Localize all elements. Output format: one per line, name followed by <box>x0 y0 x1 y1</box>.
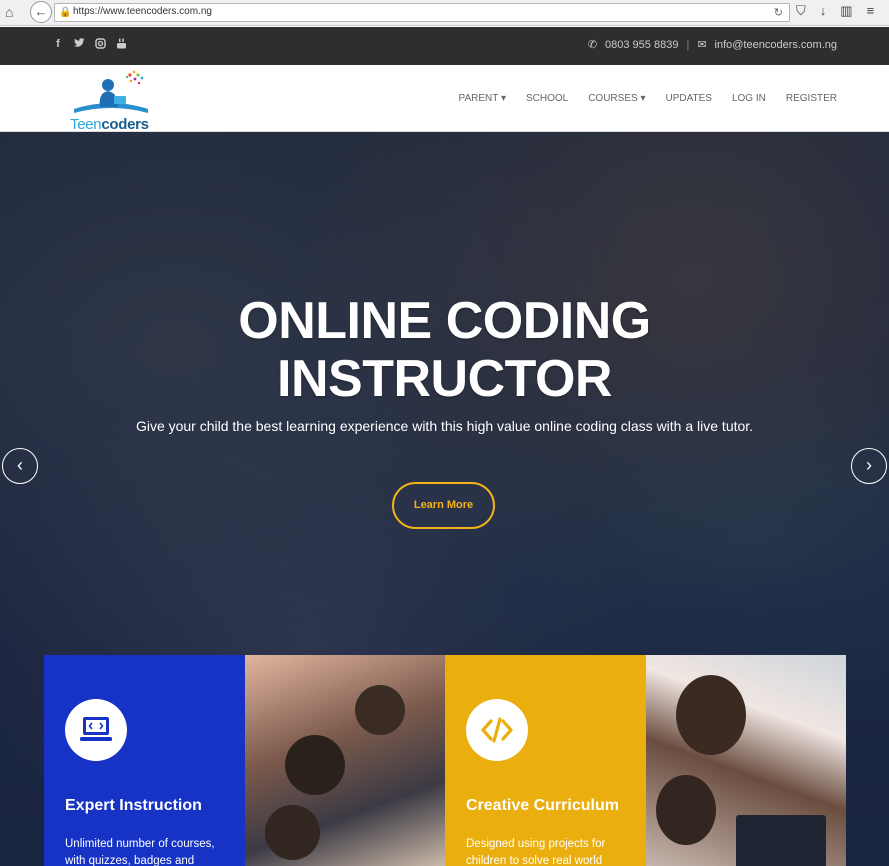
nav-courses[interactable]: COURSES ▾ <box>588 93 645 104</box>
lock-icon: 🔒 <box>59 7 72 18</box>
sidebar-icon[interactable]: ▥ <box>840 3 852 21</box>
youtube-icon[interactable] <box>115 38 127 52</box>
laptop-icon <box>735 815 826 866</box>
top-bar: f ✆ 0803 955 8839 | ✉ info@teencoders.co… <box>0 27 889 65</box>
address-bar[interactable]: 🔒 https://www.teencoders.com.ng ↻ <box>54 3 790 22</box>
nav-courses-label: COURSES <box>588 93 638 104</box>
pocket-icon[interactable]: ⛉ <box>796 3 806 21</box>
nav-parent-label: PARENT <box>458 93 499 104</box>
logo-text-teen: Teen <box>70 116 102 133</box>
nav-parent[interactable]: PARENT ▾ <box>459 93 506 104</box>
contact-separator: | <box>686 38 690 51</box>
slider-prev-icon[interactable]: ‹ <box>2 448 38 484</box>
hero-title-line2: INSTRUCTOR <box>277 350 612 408</box>
phone-icon: ✆ <box>587 39 598 51</box>
feature-card-creative-curriculum[interactable]: Creative Curriculum Designed using proje… <box>445 655 646 866</box>
girl-coding-photo <box>645 655 846 866</box>
hero-subtitle: Give your child the best learning experi… <box>135 418 754 434</box>
browser-toolbar: ⌂ ← 🔒 https://www.teencoders.com.ng ↻ ⛉ … <box>0 0 889 26</box>
reload-icon[interactable]: ↻ <box>774 6 783 19</box>
feature-card-expert-instruction[interactable]: Expert Instruction Unlimited number of c… <box>44 655 245 866</box>
nav-updates[interactable]: UPDATES <box>665 93 712 104</box>
envelope-icon: ✉ <box>697 39 707 51</box>
facebook-icon[interactable]: f <box>52 38 64 52</box>
logo-graphic-icon <box>74 70 148 113</box>
feature-text: Unlimited number of courses, with quizze… <box>65 838 215 866</box>
download-icon[interactable]: ↓ <box>820 3 827 21</box>
chevron-down-icon: ▾ <box>640 93 646 104</box>
nav-login[interactable]: LOG IN <box>732 93 766 104</box>
home-icon[interactable]: ⌂ <box>5 4 21 20</box>
twitter-icon[interactable] <box>73 38 85 52</box>
feature-text: Designed using projects for children to … <box>466 838 606 866</box>
menu-icon[interactable]: ≡ <box>867 3 875 21</box>
phone-number[interactable]: 0803 955 8839 <box>605 39 678 51</box>
url-text[interactable]: https://www.teencoders.com.ng <box>73 6 212 17</box>
hero-title: ONLINE CODING INSTRUCTOR <box>0 292 889 408</box>
social-links: f <box>52 38 127 52</box>
code-brackets-icon <box>466 699 528 761</box>
site-header: Teencoders PARENT ▾ SCHOOL COURSES ▾ UPD… <box>0 65 889 133</box>
learn-more-button[interactable]: Learn More <box>392 482 495 529</box>
logo-wordmark: Teencoders <box>70 116 149 133</box>
slider-next-icon[interactable]: › <box>851 448 887 484</box>
chevron-down-icon: ▾ <box>500 93 506 104</box>
nav-school[interactable]: SCHOOL <box>526 93 568 104</box>
main-nav: PARENT ▾ SCHOOL COURSES ▾ UPDATES LOG IN… <box>459 93 837 104</box>
kids-coding-photo <box>244 655 445 866</box>
back-button[interactable]: ← <box>30 1 52 23</box>
hero-title-line1: ONLINE CODING <box>238 292 651 350</box>
teencoders-logo[interactable]: Teencoders <box>68 69 154 133</box>
laptop-code-icon <box>65 699 127 761</box>
feature-title: Expert Instruction <box>65 797 202 814</box>
contact-info: ✆ 0803 955 8839 | ✉ info@teencoders.com.… <box>587 38 837 52</box>
logo-text-coders: coders <box>101 116 149 133</box>
instagram-icon[interactable] <box>94 38 106 52</box>
email-address[interactable]: info@teencoders.com.ng <box>715 39 837 51</box>
feature-title: Creative Curriculum <box>466 797 619 814</box>
nav-register[interactable]: REGISTER <box>786 93 837 104</box>
feature-cards: Expert Instruction Unlimited number of c… <box>44 655 846 866</box>
